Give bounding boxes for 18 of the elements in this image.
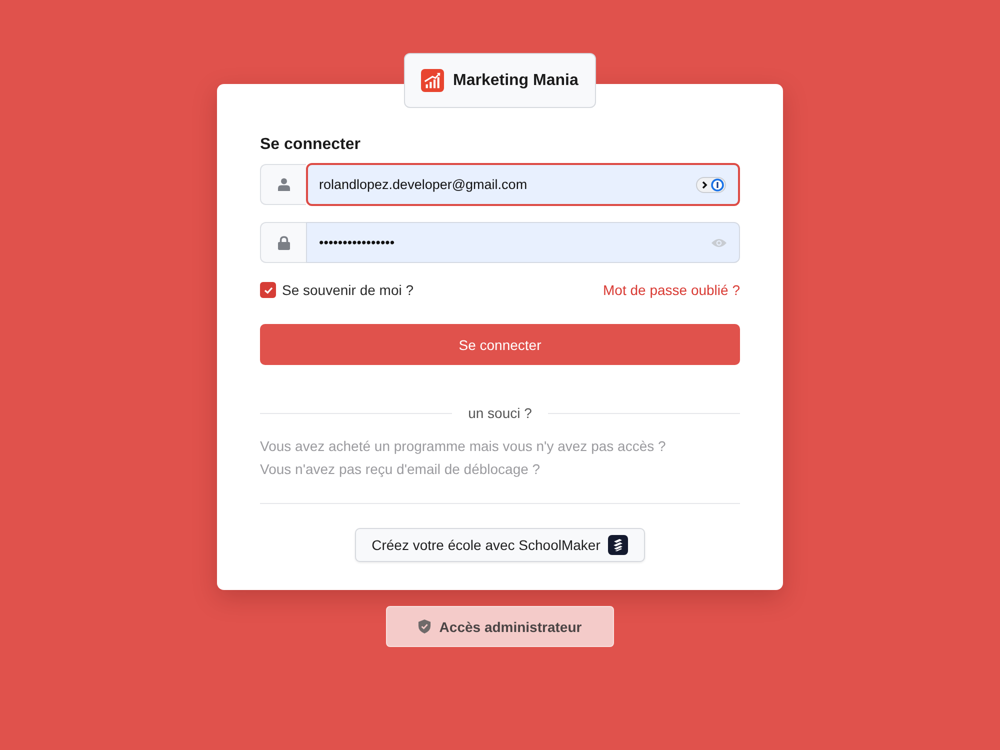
form-title: Se connecter: [260, 135, 360, 155]
remember-checkbox[interactable]: [260, 282, 276, 298]
email-field[interactable]: rolandlopez.developer@gmail.com: [306, 163, 740, 206]
chevron-badge-icon[interactable]: [696, 176, 726, 192]
divider-label: un souci ?: [468, 405, 532, 421]
checkmark-icon: [264, 286, 272, 294]
chart-logo-icon: [421, 69, 444, 92]
lock-icon: [278, 236, 290, 250]
login-button[interactable]: Se connecter: [260, 324, 740, 365]
remember-label: Se souvenir de moi ?: [282, 282, 414, 298]
user-icon: [278, 178, 290, 191]
forgot-password-link[interactable]: Mot de passe oublié ?: [603, 282, 740, 298]
stripes-logo-icon: [608, 535, 628, 555]
brand-name: Marketing Mania: [453, 72, 578, 90]
schoolmaker-button[interactable]: Créez votre école avec SchoolMaker: [354, 528, 646, 562]
password-field[interactable]: ••••••••••••••••: [306, 222, 740, 263]
shield-check-icon: [418, 619, 432, 634]
admin-access-button[interactable]: Accès administrateur: [386, 606, 614, 647]
